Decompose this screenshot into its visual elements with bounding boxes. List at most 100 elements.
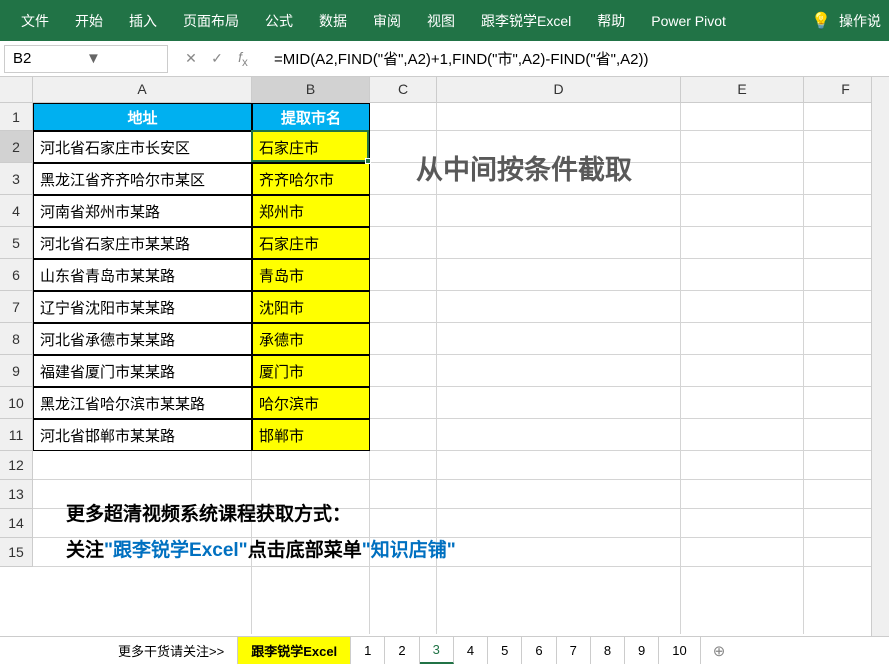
ribbon-tab-帮助[interactable]: 帮助 — [584, 0, 638, 41]
cell[interactable]: 邯郸市 — [252, 419, 370, 451]
row-header-15[interactable]: 15 — [0, 538, 33, 567]
sheet-tab-跟李锐学Excel[interactable]: 跟李锐学Excel — [238, 637, 351, 664]
row-header-1[interactable]: 1 — [0, 103, 33, 131]
cell[interactable]: 河北省石家庄市长安区 — [33, 131, 252, 163]
cell[interactable]: 辽宁省沈阳市某某路 — [33, 291, 252, 323]
name-box-value: B2 — [13, 50, 86, 67]
sheet-tab-8[interactable]: 8 — [591, 637, 625, 664]
ribbon-tab-开始[interactable]: 开始 — [62, 0, 116, 41]
column-header-C[interactable]: C — [370, 77, 437, 103]
fill-handle[interactable] — [365, 158, 371, 164]
table-row: 辽宁省沈阳市某某路沈阳市 — [33, 291, 370, 323]
cell[interactable]: 沈阳市 — [252, 291, 370, 323]
excel-link[interactable]: "跟李锐学Excel" — [104, 540, 248, 561]
ribbon-tab-数据[interactable]: 数据 — [306, 0, 360, 41]
check-icon[interactable]: ✓ — [204, 50, 230, 67]
cell[interactable]: 石家庄市 — [252, 227, 370, 259]
ribbon-tab-文件[interactable]: 文件 — [8, 0, 62, 41]
table-row: 河北省承德市某某路承德市 — [33, 323, 370, 355]
row-header-3[interactable]: 3 — [0, 163, 33, 195]
cell[interactable]: 承德市 — [252, 323, 370, 355]
ribbon-tab-视图[interactable]: 视图 — [414, 0, 468, 41]
ribbon-tab-页面布局[interactable]: 页面布局 — [170, 0, 252, 41]
sheet-tab-1[interactable]: 1 — [351, 637, 385, 664]
row-header-11[interactable]: 11 — [0, 419, 33, 451]
column-header-A[interactable]: A — [33, 77, 252, 103]
cell[interactable]: 石家庄市 — [252, 131, 370, 163]
spreadsheet-grid: 123456789101112131415 ABCDEF 地址提取市名河北省石家… — [0, 77, 889, 634]
sheet-tabs-bar: 更多干货请关注>>跟李锐学Excel12345678910⊕ — [0, 636, 889, 664]
info-line-2: 关注"跟李锐学Excel"点击底部菜单"知识店铺" — [66, 535, 456, 562]
cell[interactable]: 河北省邯郸市某某路 — [33, 419, 252, 451]
sheet-tab-6[interactable]: 6 — [522, 637, 556, 664]
ribbon-tab-审阅[interactable]: 审阅 — [360, 0, 414, 41]
page-title: 从中间按条件截取 — [416, 148, 632, 187]
sheet-tab-2[interactable]: 2 — [385, 637, 419, 664]
formula-input[interactable]: =MID(A2,FIND("省",A2)+1,FIND("市",A2)-FIND… — [264, 45, 889, 72]
table-row: 河北省邯郸市某某路邯郸市 — [33, 419, 370, 451]
tell-me[interactable]: 操作说 — [839, 11, 881, 31]
row-header-6[interactable]: 6 — [0, 259, 33, 291]
sheet-tab-9[interactable]: 9 — [625, 637, 659, 664]
sheet-tab-10[interactable]: 10 — [659, 637, 700, 664]
cell[interactable]: 齐齐哈尔市 — [252, 163, 370, 195]
cell[interactable]: 河北省石家庄市某某路 — [33, 227, 252, 259]
lightbulb-icon: 💡 — [811, 11, 831, 31]
formula-buttons: ✕ ✓ fx — [170, 49, 264, 69]
cell[interactable]: 哈尔滨市 — [252, 387, 370, 419]
table-row: 河北省石家庄市长安区石家庄市 — [33, 131, 370, 163]
table-row: 河南省郑州市某路郑州市 — [33, 195, 370, 227]
fx-icon[interactable]: fx — [230, 49, 256, 69]
cells-area[interactable]: 地址提取市名河北省石家庄市长安区石家庄市黑龙江省齐齐哈尔市某区齐齐哈尔市河南省郑… — [33, 103, 889, 634]
ribbon-tab-Power Pivot[interactable]: Power Pivot — [638, 0, 739, 41]
row-header-12[interactable]: 12 — [0, 451, 33, 480]
table-row: 河北省石家庄市某某路石家庄市 — [33, 227, 370, 259]
cell[interactable]: 黑龙江省哈尔滨市某某路 — [33, 387, 252, 419]
table-header-cell[interactable]: 提取市名 — [252, 103, 370, 131]
row-header-7[interactable]: 7 — [0, 291, 33, 323]
add-sheet-button[interactable]: ⊕ — [701, 638, 738, 664]
cell[interactable]: 郑州市 — [252, 195, 370, 227]
ribbon-bar: 文件开始插入页面布局公式数据审阅视图跟李锐学Excel帮助Power Pivot… — [0, 0, 889, 41]
cell[interactable]: 厦门市 — [252, 355, 370, 387]
row-headers: 123456789101112131415 — [0, 103, 33, 567]
select-all-corner[interactable] — [0, 77, 33, 103]
column-header-E[interactable]: E — [681, 77, 804, 103]
row-header-8[interactable]: 8 — [0, 323, 33, 355]
cell[interactable]: 河北省承德市某某路 — [33, 323, 252, 355]
chevron-down-icon[interactable]: ▼ — [86, 50, 159, 67]
column-header-B[interactable]: B — [252, 77, 370, 103]
row-header-2[interactable]: 2 — [0, 131, 33, 163]
cell[interactable]: 黑龙江省齐齐哈尔市某区 — [33, 163, 252, 195]
sheet-tab-7[interactable]: 7 — [557, 637, 591, 664]
vertical-scrollbar[interactable] — [871, 77, 889, 636]
table-header-cell[interactable]: 地址 — [33, 103, 252, 131]
sheet-tab-5[interactable]: 5 — [488, 637, 522, 664]
row-header-14[interactable]: 14 — [0, 509, 33, 538]
shop-link[interactable]: "知识店铺" — [362, 540, 456, 561]
cell[interactable]: 福建省厦门市某某路 — [33, 355, 252, 387]
sheet-tab-更多干货请关注>>[interactable]: 更多干货请关注>> — [105, 637, 238, 664]
table-row: 黑龙江省哈尔滨市某某路哈尔滨市 — [33, 387, 370, 419]
table-row: 黑龙江省齐齐哈尔市某区齐齐哈尔市 — [33, 163, 370, 195]
sheet-tab-4[interactable]: 4 — [454, 637, 488, 664]
table-row: 福建省厦门市某某路厦门市 — [33, 355, 370, 387]
row-header-10[interactable]: 10 — [0, 387, 33, 419]
table-row: 山东省青岛市某某路青岛市 — [33, 259, 370, 291]
ribbon-tab-插入[interactable]: 插入 — [116, 0, 170, 41]
cancel-icon[interactable]: ✕ — [178, 50, 204, 67]
info-line-1: 更多超清视频系统课程获取方式： — [66, 499, 351, 526]
row-header-13[interactable]: 13 — [0, 480, 33, 509]
ribbon-tab-跟李锐学Excel[interactable]: 跟李锐学Excel — [468, 0, 584, 41]
row-header-5[interactable]: 5 — [0, 227, 33, 259]
ribbon-tab-公式[interactable]: 公式 — [252, 0, 306, 41]
row-header-4[interactable]: 4 — [0, 195, 33, 227]
row-header-9[interactable]: 9 — [0, 355, 33, 387]
cell[interactable]: 青岛市 — [252, 259, 370, 291]
column-header-D[interactable]: D — [437, 77, 681, 103]
name-box[interactable]: B2 ▼ — [4, 45, 168, 73]
cell[interactable]: 山东省青岛市某某路 — [33, 259, 252, 291]
cell[interactable]: 河南省郑州市某路 — [33, 195, 252, 227]
formula-bar: B2 ▼ ✕ ✓ fx =MID(A2,FIND("省",A2)+1,FIND(… — [0, 41, 889, 77]
sheet-tab-3[interactable]: 3 — [420, 637, 454, 664]
